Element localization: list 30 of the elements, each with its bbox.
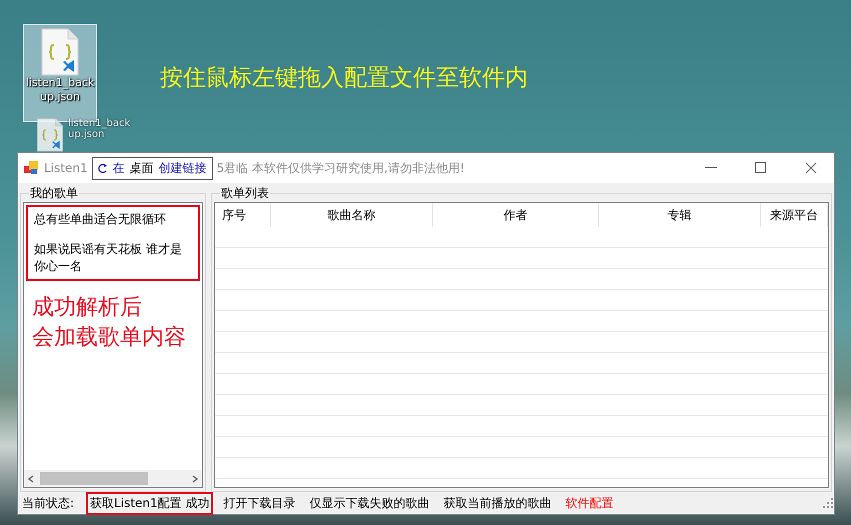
column-header[interactable]: 歌曲名称 — [271, 203, 433, 227]
group-title: 歌单列表 — [220, 185, 270, 202]
status-label: 当前状态: — [22, 494, 74, 512]
window-title: 5君临 本软件仅供学习研究使用,请勿非法他用! — [216, 160, 465, 176]
column-header[interactable]: 作者 — [433, 203, 599, 227]
group-title: 我的歌单 — [29, 185, 79, 202]
status-link[interactable]: 获取Listen1配置 成功 — [86, 492, 214, 514]
minimize-icon — [705, 167, 717, 169]
app-icon — [24, 161, 40, 175]
column-header[interactable]: 专辑 — [599, 203, 761, 227]
horizontal-scrollbar[interactable] — [24, 470, 202, 487]
status-link[interactable]: 仅显示下载失败的歌曲 — [305, 492, 434, 514]
maximize-icon — [755, 162, 767, 174]
close-icon — [805, 162, 817, 174]
status-link[interactable]: 打开下载目录 — [219, 492, 300, 514]
json-file-icon — [40, 28, 80, 76]
status-link[interactable]: 软件配置 — [561, 492, 618, 514]
playlist-item[interactable]: 如果说民谣有天花板 谁才是你心一名 — [34, 241, 192, 275]
note-annotation: 成功解析后 — [32, 294, 143, 322]
note-annotation: 会加载歌单内容 — [32, 324, 187, 352]
column-header[interactable]: 来源平台 — [761, 203, 828, 227]
circular-arrow-icon — [98, 162, 108, 174]
drop-tooltip: 在 桌面 创建链接 — [92, 156, 213, 180]
playlist-item[interactable]: 总有些单曲适合无限循环 — [34, 211, 192, 228]
instruction-annotation: 按住鼠标左键拖入配置文件至软件内 — [160, 64, 528, 93]
window-title: Listen1 — [44, 161, 88, 175]
column-header[interactable]: 序号 — [215, 203, 271, 227]
file-label: listen1_backup.json — [25, 76, 95, 104]
status-link[interactable]: 获取当前播放的歌曲 — [439, 492, 556, 514]
resize-grip-icon — [822, 497, 834, 509]
